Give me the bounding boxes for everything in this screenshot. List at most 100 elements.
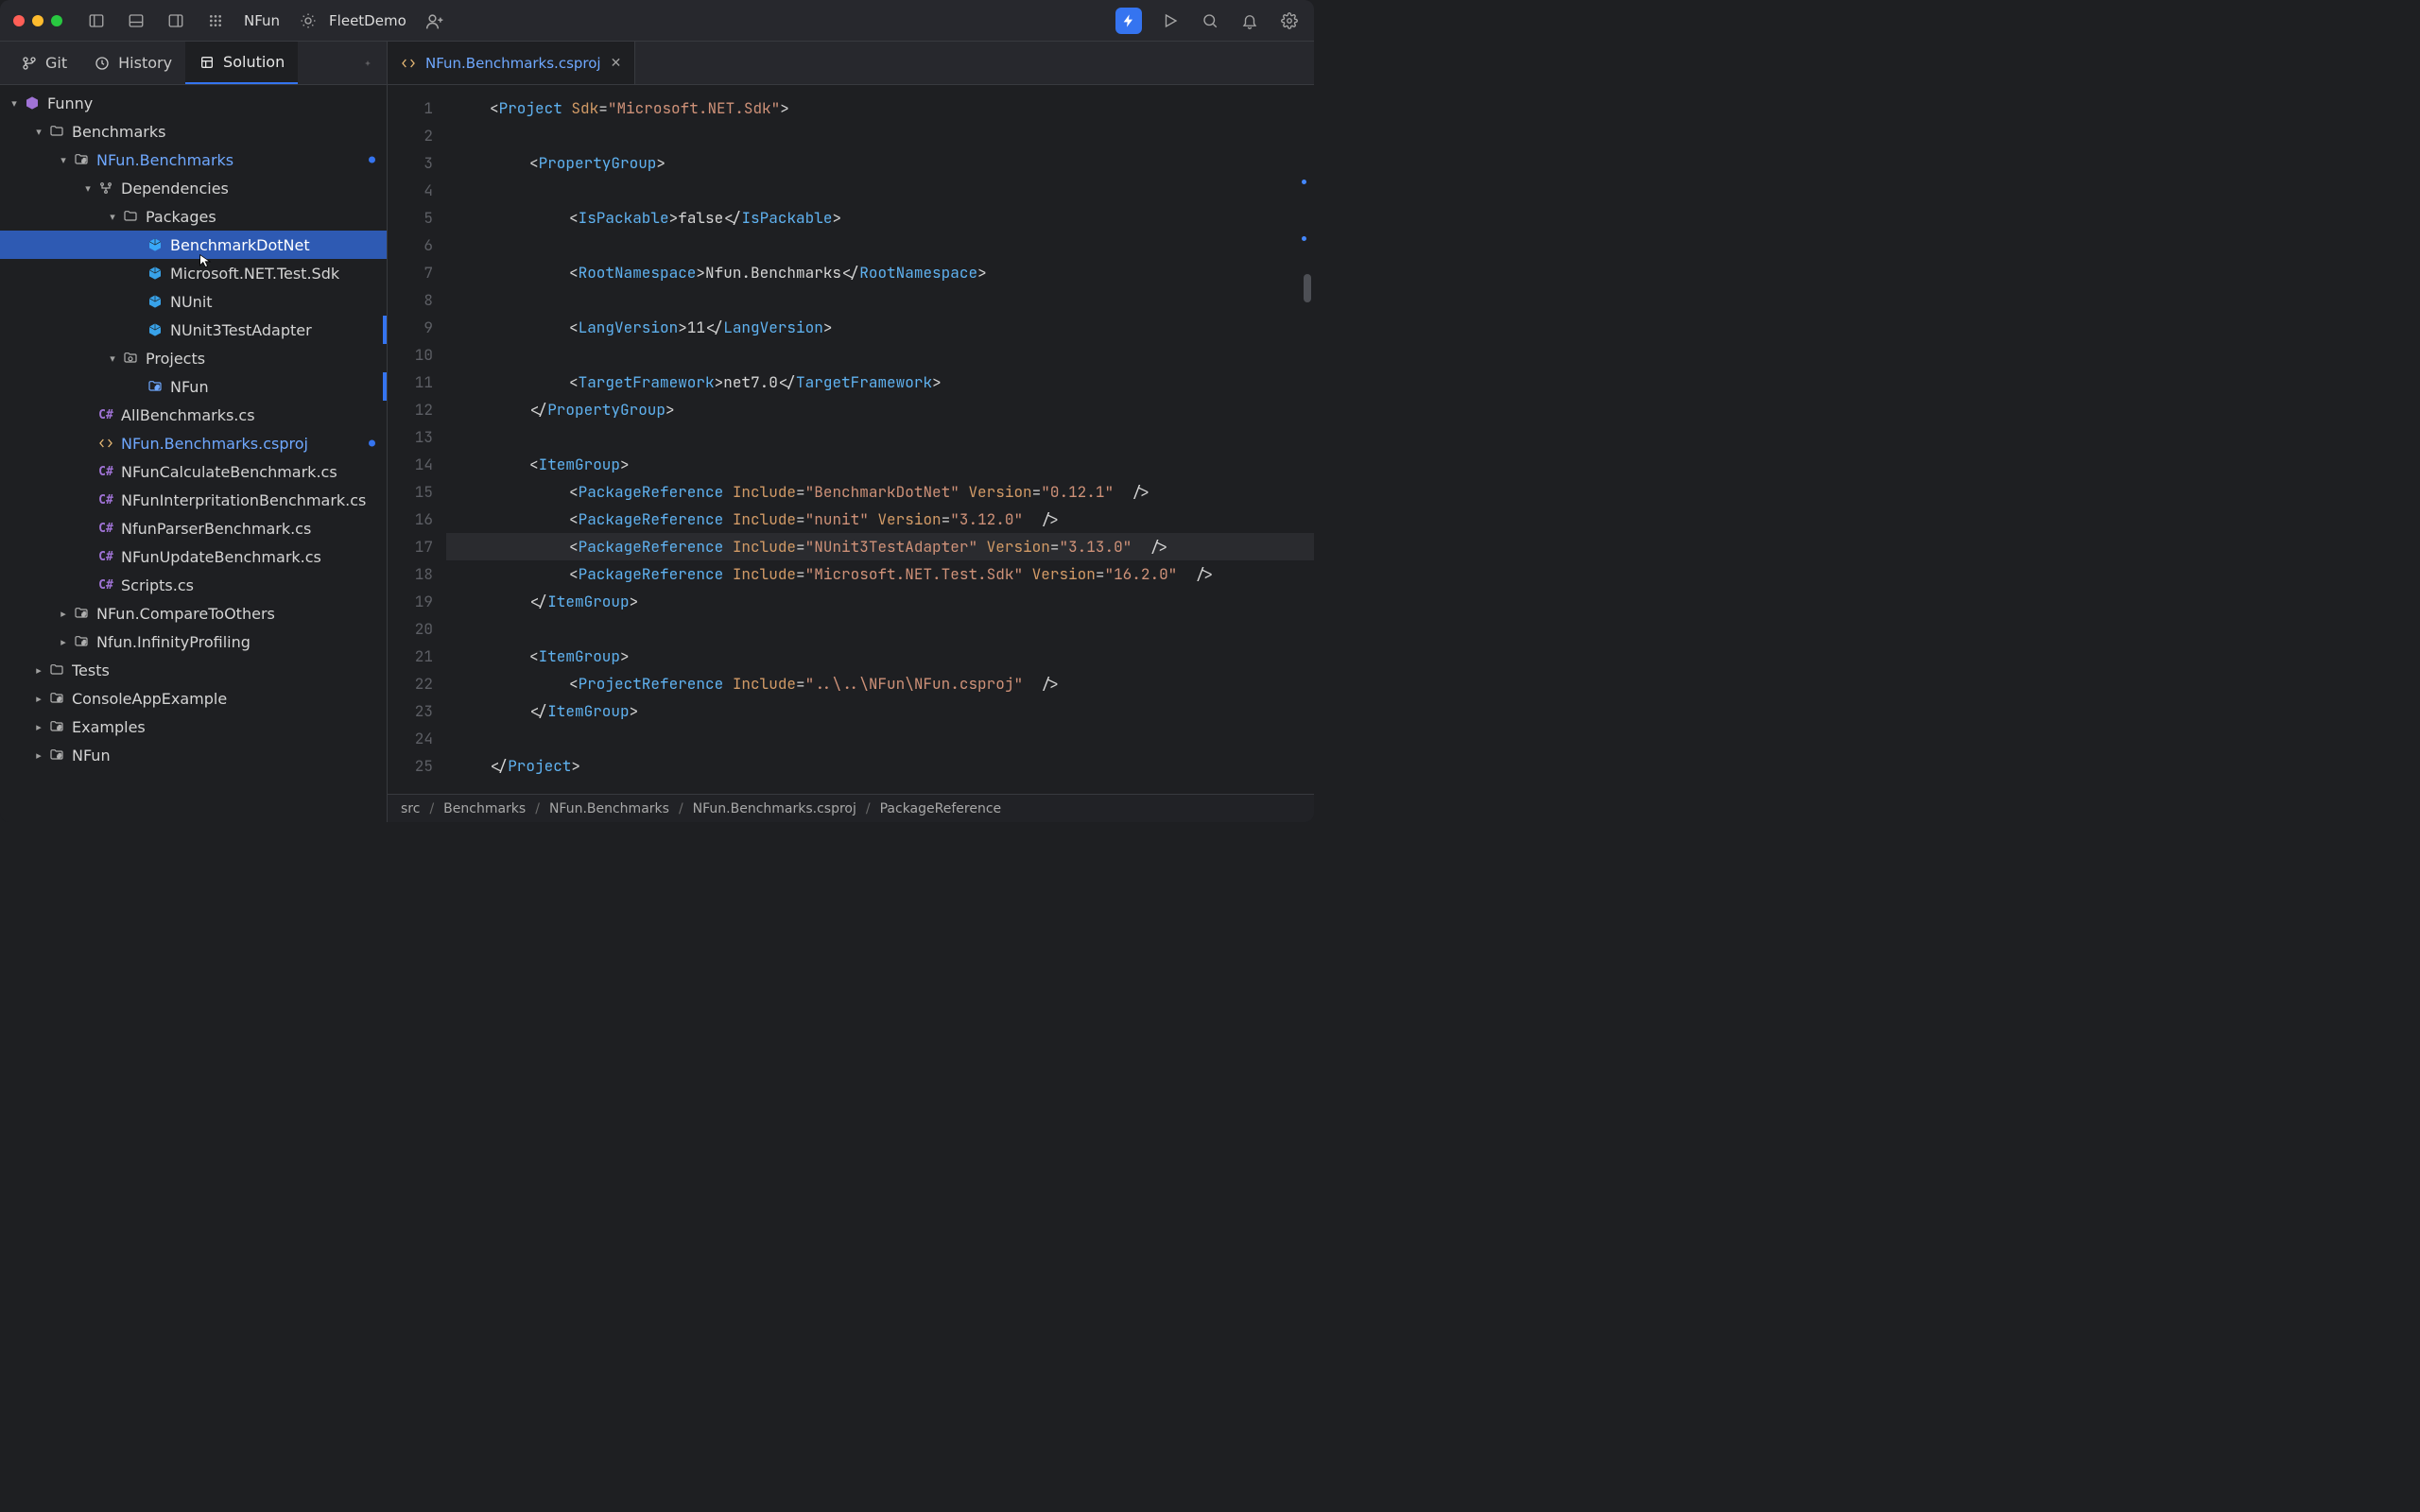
tree-item-projects[interactable]: ▾Projects bbox=[0, 344, 387, 372]
code-line[interactable]: <ItemGroup> bbox=[446, 451, 1314, 478]
chevron-right-icon[interactable]: ▸ bbox=[30, 693, 47, 705]
tree-item-label: Tests bbox=[72, 662, 110, 679]
chevron-right-icon[interactable]: ▸ bbox=[30, 721, 47, 733]
tree-item-file_scripts[interactable]: C#Scripts.cs bbox=[0, 571, 387, 599]
chevron-down-icon[interactable]: ▾ bbox=[104, 352, 121, 365]
grid-icon[interactable] bbox=[204, 9, 227, 32]
code-line[interactable] bbox=[446, 615, 1314, 643]
project-name[interactable]: NFun bbox=[244, 12, 280, 29]
tree-item-benchmarks[interactable]: ▾Benchmarks bbox=[0, 117, 387, 146]
close-window-button[interactable] bbox=[13, 15, 25, 26]
tree-item-label: NUnit bbox=[170, 293, 213, 311]
tree-item-folder_infinity[interactable]: ▸#Nfun.InfinityProfiling bbox=[0, 627, 387, 656]
editor-tab[interactable]: NFun.Benchmarks.csproj ✕ bbox=[388, 42, 635, 84]
add-tab-button[interactable] bbox=[356, 52, 379, 75]
code-line[interactable]: <PackageReference Include="Microsoft.NET… bbox=[446, 560, 1314, 588]
line-number: 11 bbox=[388, 369, 433, 396]
code-line[interactable]: <Project Sdk="Microsoft.NET.Sdk"> bbox=[446, 94, 1314, 122]
panel-left-icon[interactable] bbox=[85, 9, 108, 32]
code-line[interactable] bbox=[446, 122, 1314, 149]
tree-item-root[interactable]: ▾Funny bbox=[0, 89, 387, 117]
chevron-right-icon[interactable]: ▸ bbox=[30, 749, 47, 762]
tree-item-folder_compare[interactable]: ▸#NFun.CompareToOthers bbox=[0, 599, 387, 627]
code-line[interactable]: </Project> bbox=[446, 752, 1314, 780]
tree-item-folder_tests[interactable]: ▸ Tests bbox=[0, 656, 387, 684]
tree-item-dependencies[interactable]: ▾Dependencies bbox=[0, 174, 387, 202]
settings-icon[interactable] bbox=[1278, 9, 1301, 32]
code-line[interactable]: <PackageReference Include="nunit" Versio… bbox=[446, 506, 1314, 533]
tree-item-pkg_mstest[interactable]: Microsoft.NET.Test.Sdk bbox=[0, 259, 387, 287]
code-line[interactable] bbox=[446, 177, 1314, 204]
panel-bottom-icon[interactable] bbox=[125, 9, 147, 32]
tree-item-packages[interactable]: ▾Packages bbox=[0, 202, 387, 231]
tree-item-pkg_bdn[interactable]: BenchmarkDotNet bbox=[0, 231, 387, 259]
svg-text:#: # bbox=[82, 610, 86, 618]
tab-history-label: History bbox=[118, 54, 172, 72]
code-line[interactable] bbox=[446, 232, 1314, 259]
close-tab-button[interactable]: ✕ bbox=[611, 56, 622, 71]
code-line[interactable]: <PackageReference Include="BenchmarkDotN… bbox=[446, 478, 1314, 506]
code-line[interactable] bbox=[446, 423, 1314, 451]
breadcrumb[interactable]: src/Benchmarks/NFun.Benchmarks/NFun.Benc… bbox=[388, 794, 1314, 822]
code[interactable]: <Project Sdk="Microsoft.NET.Sdk"> <Proper… bbox=[442, 85, 1314, 794]
tree-item-file_interp[interactable]: C#NFunInterpritationBenchmark.cs bbox=[0, 486, 387, 514]
tree-item-folder_nfun[interactable]: ▸#NFun bbox=[0, 741, 387, 769]
tree-item-file_calc[interactable]: C#NFunCalculateBenchmark.cs bbox=[0, 457, 387, 486]
breadcrumb-segment[interactable]: NFun.Benchmarks bbox=[549, 801, 669, 816]
code-line[interactable]: <PackageReference Include="NUnit3TestAda… bbox=[446, 533, 1314, 560]
chevron-down-icon[interactable]: ▾ bbox=[30, 126, 47, 138]
run-config[interactable]: FleetDemo bbox=[297, 9, 406, 32]
code-line[interactable]: <TargetFramework>net7.0</TargetFramework… bbox=[446, 369, 1314, 396]
search-icon[interactable] bbox=[1199, 9, 1221, 32]
panel-right-icon[interactable] bbox=[164, 9, 187, 32]
code-line[interactable]: <PropertyGroup> bbox=[446, 149, 1314, 177]
code-line[interactable]: </PropertyGroup> bbox=[446, 396, 1314, 423]
tab-history[interactable]: History bbox=[80, 42, 185, 84]
code-line[interactable]: </ItemGroup> bbox=[446, 588, 1314, 615]
code-line[interactable] bbox=[446, 286, 1314, 314]
code-editor[interactable]: 1234567891011121314151617181920212223242… bbox=[388, 85, 1314, 794]
maximize-window-button[interactable] bbox=[51, 15, 62, 26]
scrollbar-thumb[interactable] bbox=[1304, 274, 1311, 302]
tree-item-folder_console[interactable]: ▸#ConsoleAppExample bbox=[0, 684, 387, 713]
breadcrumb-segment[interactable]: PackageReference bbox=[880, 801, 1002, 816]
breadcrumb-segment[interactable]: Benchmarks bbox=[443, 801, 526, 816]
ai-assistant-button[interactable] bbox=[1115, 8, 1142, 34]
code-line[interactable]: </ItemGroup> bbox=[446, 697, 1314, 725]
tree-item-label: NfunParserBenchmark.cs bbox=[121, 520, 311, 538]
editor-scrollbar[interactable] bbox=[1302, 94, 1311, 784]
tree-item-file_all[interactable]: C#AllBenchmarks.cs bbox=[0, 401, 387, 429]
run-button[interactable] bbox=[1159, 9, 1182, 32]
chevron-right-icon[interactable]: ▸ bbox=[55, 608, 72, 620]
code-line[interactable]: <ProjectReference Include="..\..\NFun\NF… bbox=[446, 670, 1314, 697]
breadcrumb-segment[interactable]: src bbox=[401, 801, 420, 816]
chevron-down-icon[interactable]: ▾ bbox=[55, 154, 72, 166]
add-user-icon[interactable] bbox=[424, 9, 446, 32]
solution-tree[interactable]: ▾Funny▾Benchmarks▾#NFun.Benchmarks▾Depen… bbox=[0, 85, 387, 822]
tree-item-folder_examples[interactable]: ▸#Examples bbox=[0, 713, 387, 741]
tree-item-nfun_benchmarks[interactable]: ▾#NFun.Benchmarks bbox=[0, 146, 387, 174]
tab-solution[interactable]: Solution bbox=[185, 42, 298, 84]
code-line[interactable]: <IsPackable>false</IsPackable> bbox=[446, 204, 1314, 232]
tree-item-file_csproj[interactable]: NFun.Benchmarks.csproj bbox=[0, 429, 387, 457]
chevron-right-icon[interactable]: ▸ bbox=[55, 636, 72, 648]
chevron-right-icon[interactable]: ▸ bbox=[30, 664, 47, 677]
chevron-down-icon[interactable]: ▾ bbox=[6, 97, 23, 110]
tree-item-file_parser[interactable]: C#NfunParserBenchmark.cs bbox=[0, 514, 387, 542]
code-line[interactable] bbox=[446, 341, 1314, 369]
tree-item-pkg_nunit[interactable]: NUnit bbox=[0, 287, 387, 316]
cs-icon: C# bbox=[96, 490, 115, 509]
chevron-down-icon[interactable]: ▾ bbox=[104, 211, 121, 223]
minimize-window-button[interactable] bbox=[32, 15, 43, 26]
code-line[interactable]: <ItemGroup> bbox=[446, 643, 1314, 670]
chevron-down-icon[interactable]: ▾ bbox=[79, 182, 96, 195]
notifications-icon[interactable] bbox=[1238, 9, 1261, 32]
code-line[interactable]: <RootNamespace>Nfun.Benchmarks</RootName… bbox=[446, 259, 1314, 286]
code-line[interactable] bbox=[446, 725, 1314, 752]
tree-item-file_update[interactable]: C#NFunUpdateBenchmark.cs bbox=[0, 542, 387, 571]
tab-git[interactable]: Git bbox=[8, 42, 80, 84]
breadcrumb-segment[interactable]: NFun.Benchmarks.csproj bbox=[693, 801, 856, 816]
code-line[interactable]: <LangVersion>11</LangVersion> bbox=[446, 314, 1314, 341]
tree-item-pkg_nunit3[interactable]: NUnit3TestAdapter bbox=[0, 316, 387, 344]
tree-item-proj_nfun[interactable]: #NFun bbox=[0, 372, 387, 401]
